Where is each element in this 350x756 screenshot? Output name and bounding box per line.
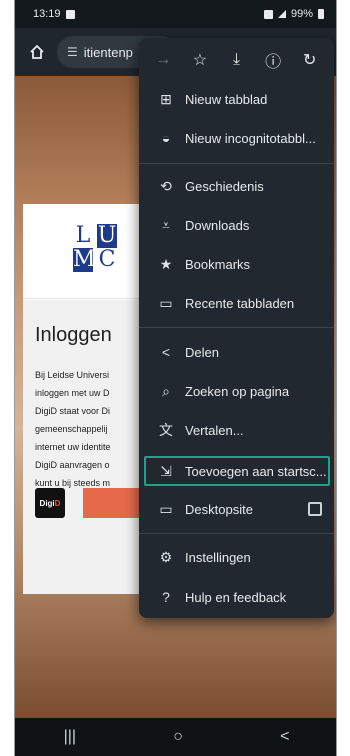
- menu-item-translate[interactable]: 文 Vertalen...: [139, 411, 334, 449]
- translate-icon: 文: [159, 422, 173, 438]
- bookmark-star-icon[interactable]: ☆: [186, 50, 214, 70]
- menu-item-add-to-home-screen[interactable]: ⇲ Toevoegen aan startsc...: [139, 452, 334, 490]
- status-bar: 13:19 99%: [15, 0, 336, 28]
- history-icon: ⟲: [160, 177, 172, 194]
- refresh-icon[interactable]: ↻: [296, 50, 324, 70]
- menu-item-desktop-site[interactable]: ▭ Desktopsite: [139, 490, 334, 528]
- signal-icon: [277, 10, 286, 18]
- sim-icon: [263, 9, 273, 19]
- downloads-icon: ⩡: [162, 216, 170, 233]
- recent-apps-icon[interactable]: |||: [64, 728, 76, 746]
- add-to-home-icon: ⇲: [160, 462, 172, 479]
- bookmarks-icon: ★: [159, 255, 173, 272]
- menu-item-new-tab[interactable]: ⊞ Nieuw tabblad: [139, 80, 334, 118]
- battery-percent: 99%: [290, 8, 313, 20]
- status-time: 13:19: [33, 8, 61, 20]
- menu-divider: [139, 327, 334, 328]
- desktop-site-checkbox[interactable]: [308, 502, 322, 516]
- help-icon: ?: [162, 589, 170, 605]
- site-settings-icon[interactable]: ☰: [67, 45, 78, 59]
- gallery-notification-icon: [65, 9, 75, 19]
- share-icon: <: [161, 344, 171, 360]
- menu-divider: [139, 533, 334, 534]
- home-button[interactable]: [25, 40, 49, 64]
- download-icon[interactable]: ⤓: [222, 51, 250, 69]
- recent-tabs-icon: ▭: [159, 294, 173, 311]
- new-tab-icon: ⊞: [160, 90, 172, 107]
- find-in-page-icon: ⌕: [162, 382, 170, 399]
- url-text: itientenp: [83, 44, 133, 60]
- login-title: Inloggen: [35, 324, 112, 346]
- menu-divider: [139, 163, 334, 164]
- home-nav-icon[interactable]: ○: [173, 728, 183, 746]
- forward-icon[interactable]: →: [149, 51, 177, 69]
- menu-item-recent-tabs[interactable]: ▭ Recente tabbladen: [139, 284, 334, 322]
- system-nav-bar: ||| ○ <: [15, 718, 336, 756]
- settings-icon: ⚙: [159, 548, 173, 565]
- menu-item-bookmarks[interactable]: ★ Bookmarks: [139, 245, 334, 283]
- menu-top-row: → ☆ ⤓ ⓘ ↻: [139, 38, 334, 82]
- phone-screen: 13:19 99% ☰ itientenp L U M C Inloggen B…: [14, 0, 337, 756]
- lumc-logo: L U M C: [73, 223, 117, 272]
- menu-item-history[interactable]: ⟲ Geschiedenis: [139, 167, 334, 205]
- menu-item-find-in-page[interactable]: ⌕ Zoeken op pagina: [139, 372, 334, 410]
- back-nav-icon[interactable]: <: [280, 728, 289, 746]
- digid-logo: Digi D: [35, 488, 65, 518]
- home-icon: [30, 44, 44, 59]
- info-icon[interactable]: ⓘ: [259, 48, 287, 72]
- desktop-icon: ▭: [159, 500, 173, 517]
- incognito-icon: ◒: [161, 130, 171, 146]
- menu-item-incognito[interactable]: ◒ Nieuw incognitotabbl...: [139, 119, 334, 157]
- menu-item-help[interactable]: ? Hulp en feedback: [139, 578, 334, 616]
- browser-menu: → ☆ ⤓ ⓘ ↻ ⊞ Nieuw tabblad ◒ Nieuw incogn…: [139, 38, 334, 618]
- menu-item-share[interactable]: < Delen: [139, 333, 334, 371]
- menu-item-downloads[interactable]: ⩡ Downloads: [139, 206, 334, 244]
- battery-icon: [318, 9, 324, 19]
- menu-item-settings[interactable]: ⚙ Instellingen: [139, 538, 334, 576]
